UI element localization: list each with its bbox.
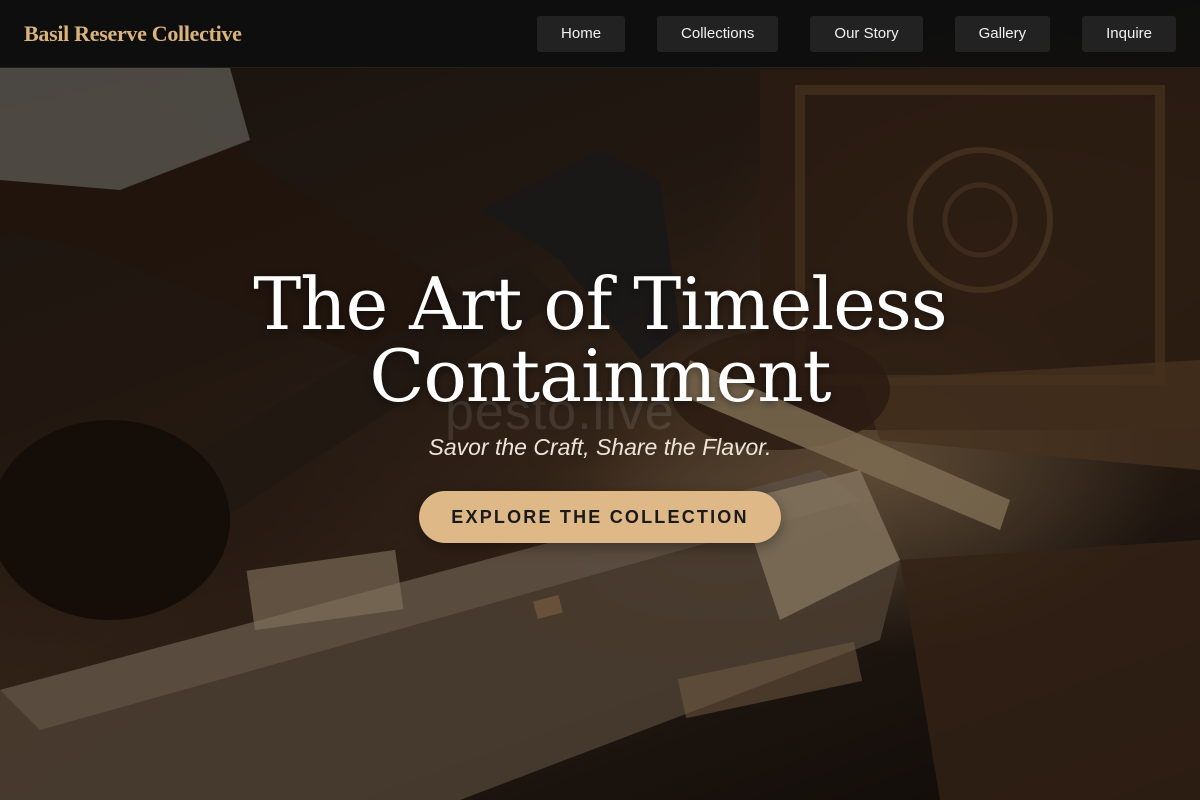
nav-gallery-button[interactable]: Gallery bbox=[954, 15, 1051, 52]
nav-inquire-button[interactable]: Inquire bbox=[1082, 15, 1176, 52]
hero-tagline: Savor the Craft, Share the Flavor. bbox=[428, 434, 772, 460]
nav-collections-button[interactable]: Collections bbox=[657, 15, 779, 52]
nav-links: Home Collections Our Story Gallery Inqui… bbox=[537, 15, 1176, 52]
brand-logo[interactable]: Basil Reserve Collective bbox=[24, 21, 242, 47]
nav-our-story-button[interactable]: Our Story bbox=[810, 15, 923, 52]
explore-collection-button[interactable]: EXPLORE THE COLLECTION bbox=[419, 491, 781, 543]
hero-content: The Art of Timeless Containment Savor th… bbox=[0, 268, 1200, 543]
top-navbar: Basil Reserve Collective Home Collection… bbox=[0, 0, 1200, 68]
nav-home-button[interactable]: Home bbox=[537, 15, 626, 52]
hero-title: The Art of Timeless Containment bbox=[253, 262, 947, 418]
